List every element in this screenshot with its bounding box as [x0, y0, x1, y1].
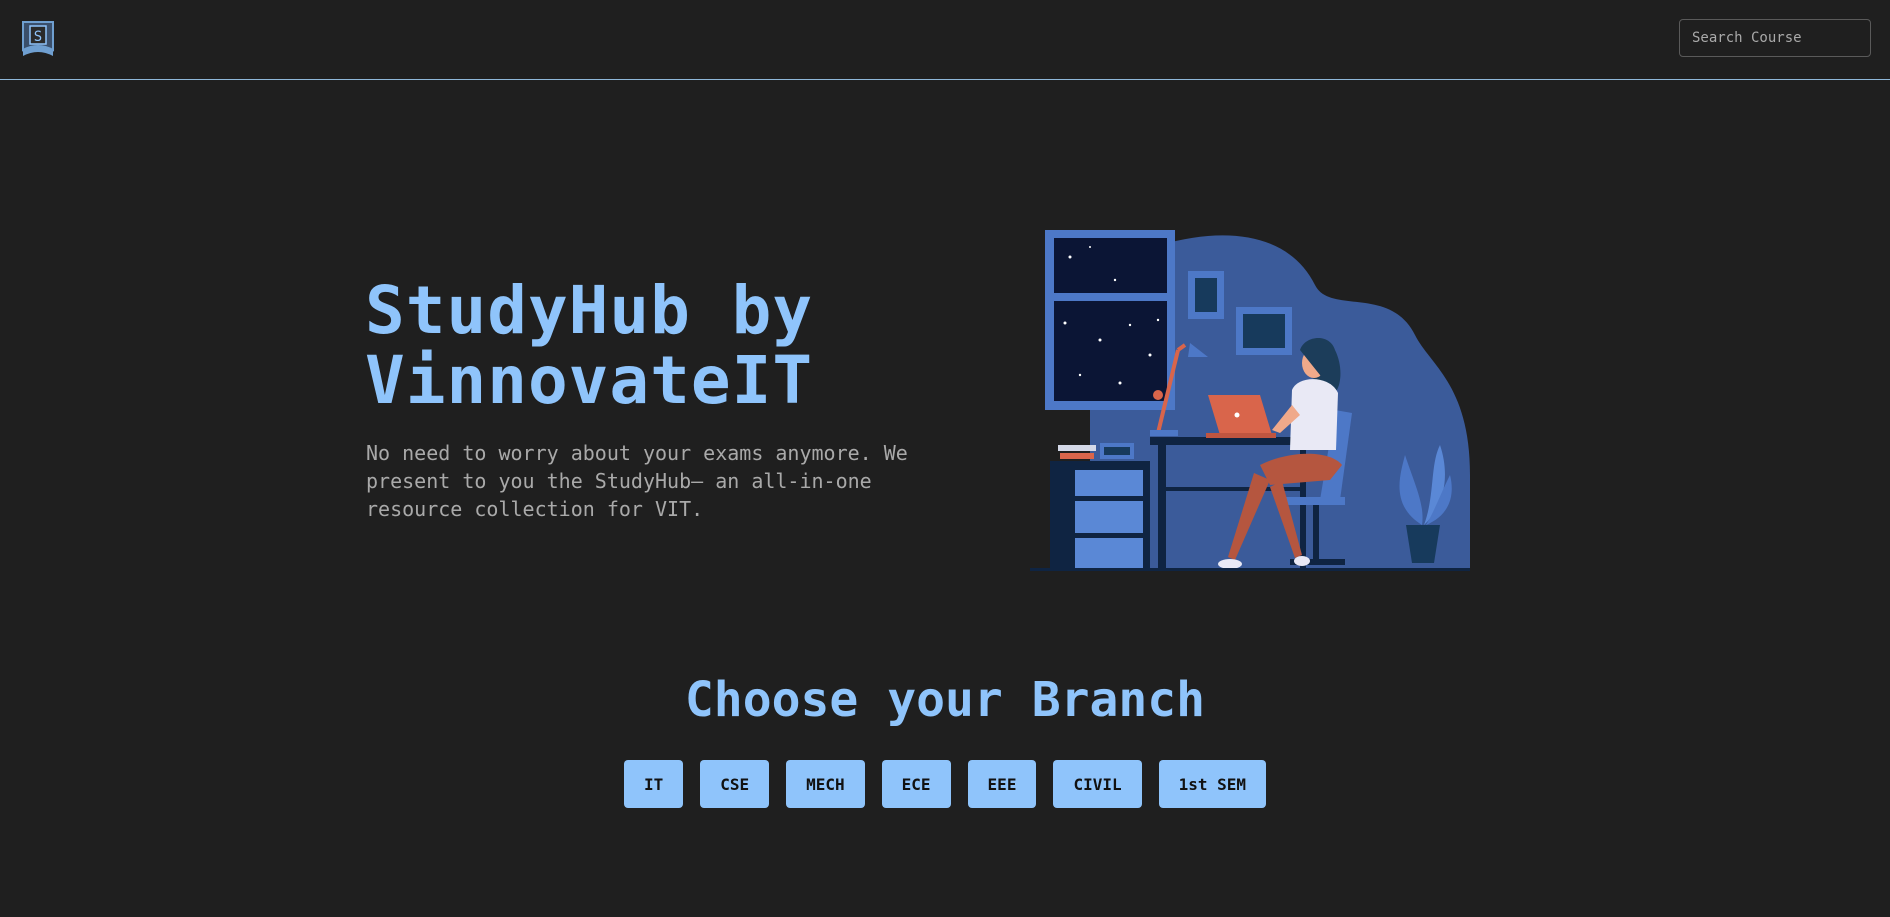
branch-button-cse[interactable]: CSE — [700, 760, 770, 808]
navbar: S — [0, 0, 1890, 80]
studying-illustration — [1030, 230, 1470, 571]
branch-button-mech[interactable]: MECH — [786, 760, 865, 808]
hero-title: StudyHub by VinnovateIT — [365, 276, 813, 416]
hero-title-line2: VinnovateIT — [365, 342, 814, 419]
hero-subtitle: No need to worry about your exams anymor… — [366, 441, 908, 521]
hero-title-line1: StudyHub by — [365, 272, 814, 349]
studyhub-logo-icon[interactable]: S — [21, 20, 55, 58]
logo-letter: S — [34, 29, 42, 45]
search-input[interactable] — [1679, 19, 1871, 57]
branch-button-1st-sem[interactable]: 1st SEM — [1158, 760, 1267, 808]
branch-section-title: Choose your Branch — [684, 672, 1206, 728]
branch-button-list: IT CSE MECH ECE EEE CIVIL 1st SEM — [0, 760, 1890, 808]
branch-button-ece[interactable]: ECE — [881, 760, 951, 808]
branch-button-civil[interactable]: CIVIL — [1053, 760, 1142, 808]
branch-button-it[interactable]: IT — [623, 760, 684, 808]
branch-button-eee[interactable]: EEE — [967, 760, 1037, 808]
